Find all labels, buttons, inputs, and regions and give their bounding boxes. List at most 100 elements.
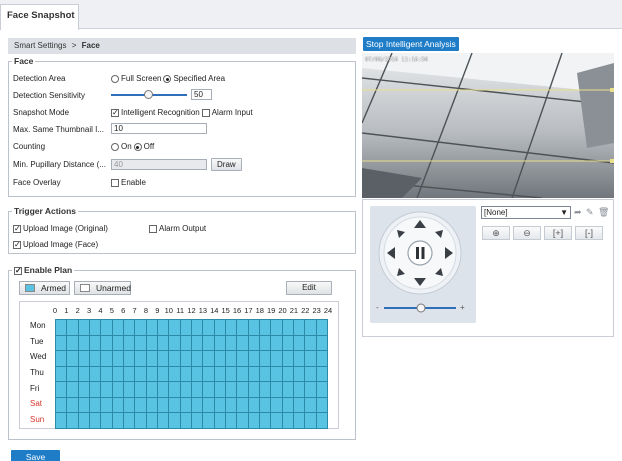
schedule-cell[interactable] [67, 351, 79, 367]
schedule-cell[interactable] [237, 320, 249, 336]
alarm-output-checkbox[interactable] [149, 225, 157, 233]
unarmed-button[interactable]: Unarmed [74, 281, 131, 295]
schedule-cell[interactable] [89, 413, 102, 429]
schedule-cell[interactable] [157, 413, 170, 429]
schedule-cell[interactable] [293, 335, 306, 352]
schedule-cell[interactable] [271, 413, 283, 429]
edit-preset-icon[interactable]: ✎ [586, 207, 594, 218]
schedule-cell[interactable] [56, 351, 68, 367]
schedule-cell[interactable] [101, 397, 113, 414]
schedule-cell[interactable] [78, 351, 90, 367]
alarm-input-checkbox[interactable] [201, 109, 210, 117]
schedule-cell[interactable] [112, 366, 124, 383]
schedule-grid[interactable] [55, 319, 328, 429]
schedule-cell[interactable] [203, 397, 215, 414]
schedule-cell[interactable] [78, 320, 90, 336]
schedule-cell[interactable] [135, 335, 147, 352]
breadcrumb-parent[interactable]: Smart Settings [14, 41, 66, 50]
schedule-cell[interactable] [180, 335, 192, 352]
schedule-cell[interactable] [101, 335, 113, 352]
zoom-in-button[interactable]: ⊕ [482, 226, 510, 240]
schedule-cell[interactable] [56, 382, 68, 398]
sensitivity-thumb[interactable] [144, 89, 153, 99]
schedule-cell[interactable] [259, 351, 272, 367]
schedule-cell[interactable] [101, 366, 113, 383]
schedule-cell[interactable] [169, 366, 181, 383]
schedule-cell[interactable] [225, 397, 238, 414]
schedule-cell[interactable] [191, 351, 204, 367]
schedule-cell[interactable] [293, 366, 306, 383]
full-screen-radio[interactable] [111, 75, 119, 83]
schedule-cell[interactable] [135, 320, 147, 336]
schedule-cell[interactable] [259, 382, 272, 398]
enable-plan-label[interactable]: Enable Plan [24, 265, 72, 276]
schedule-cell[interactable] [169, 351, 181, 367]
schedule-cell[interactable] [248, 382, 260, 398]
schedule-cell[interactable] [169, 397, 181, 414]
intelligent-recognition-checkbox[interactable] [111, 109, 119, 117]
schedule-cell[interactable] [282, 351, 294, 367]
schedule-cell[interactable] [259, 320, 272, 336]
schedule-cell[interactable] [67, 397, 79, 414]
schedule-cell[interactable] [293, 397, 306, 414]
schedule-cell[interactable] [89, 335, 102, 352]
schedule-cell[interactable] [316, 397, 328, 414]
schedule-cell[interactable] [78, 397, 90, 414]
save-button[interactable]: Save [11, 450, 60, 461]
schedule-cell[interactable] [271, 335, 283, 352]
schedule-cell[interactable] [112, 351, 124, 367]
schedule-cell[interactable] [316, 320, 328, 336]
counting-off-label[interactable]: Off [144, 140, 155, 154]
schedule-cell[interactable] [237, 382, 249, 398]
schedule-cell[interactable] [123, 351, 136, 367]
schedule-cell[interactable] [214, 335, 226, 352]
schedule-cell[interactable] [123, 335, 136, 352]
schedule-cell[interactable] [248, 351, 260, 367]
schedule-cell[interactable] [214, 366, 226, 383]
schedule-cell[interactable] [157, 397, 170, 414]
schedule-cell[interactable] [305, 351, 317, 367]
intelligent-recognition-label[interactable]: Intelligent Recognition [121, 106, 200, 120]
schedule-cell[interactable] [135, 397, 147, 414]
schedule-cell[interactable] [248, 335, 260, 352]
schedule-cell[interactable] [282, 382, 294, 398]
schedule-cell[interactable] [191, 366, 204, 383]
schedule-cell[interactable] [225, 382, 238, 398]
specified-area-radio[interactable] [163, 75, 172, 83]
schedule-cell[interactable] [89, 382, 102, 398]
schedule-cell[interactable] [157, 351, 170, 367]
counting-on-label[interactable]: On [121, 140, 132, 154]
schedule-cell[interactable] [305, 335, 317, 352]
schedule-cell[interactable] [135, 366, 147, 383]
schedule-cell[interactable] [180, 382, 192, 398]
focus-near-button[interactable]: [+] [544, 226, 572, 240]
schedule-cell[interactable] [225, 320, 238, 336]
schedule-cell[interactable] [203, 335, 215, 352]
schedule-cell[interactable] [180, 366, 192, 383]
schedule-cell[interactable] [112, 382, 124, 398]
schedule-cell[interactable] [214, 351, 226, 367]
focus-far-button[interactable]: [-] [575, 226, 603, 240]
tab-face-snapshot[interactable]: Face Snapshot [0, 4, 79, 30]
schedule-cell[interactable] [305, 320, 317, 336]
schedule-cell[interactable] [259, 413, 272, 429]
schedule-cell[interactable] [112, 320, 124, 336]
schedule-cell[interactable] [56, 366, 68, 383]
schedule-cell[interactable] [157, 320, 170, 336]
schedule-cell[interactable] [67, 335, 79, 352]
schedule-cell[interactable] [123, 366, 136, 383]
schedule-cell[interactable] [78, 366, 90, 383]
edit-plan-button[interactable]: Edit [286, 281, 332, 295]
counting-off-radio[interactable] [133, 143, 142, 151]
schedule-cell[interactable] [112, 413, 124, 429]
schedule-cell[interactable] [157, 382, 170, 398]
delete-preset-icon[interactable]: 🗑 [598, 207, 609, 218]
schedule-cell[interactable] [305, 413, 317, 429]
schedule-cell[interactable] [248, 397, 260, 414]
schedule-cell[interactable] [157, 366, 170, 383]
schedule-cell[interactable] [89, 320, 102, 336]
preset-select[interactable]: [None] ▼ [481, 206, 571, 219]
draw-button[interactable]: Draw [211, 158, 242, 171]
schedule-cell[interactable] [146, 335, 158, 352]
schedule-cell[interactable] [146, 351, 158, 367]
